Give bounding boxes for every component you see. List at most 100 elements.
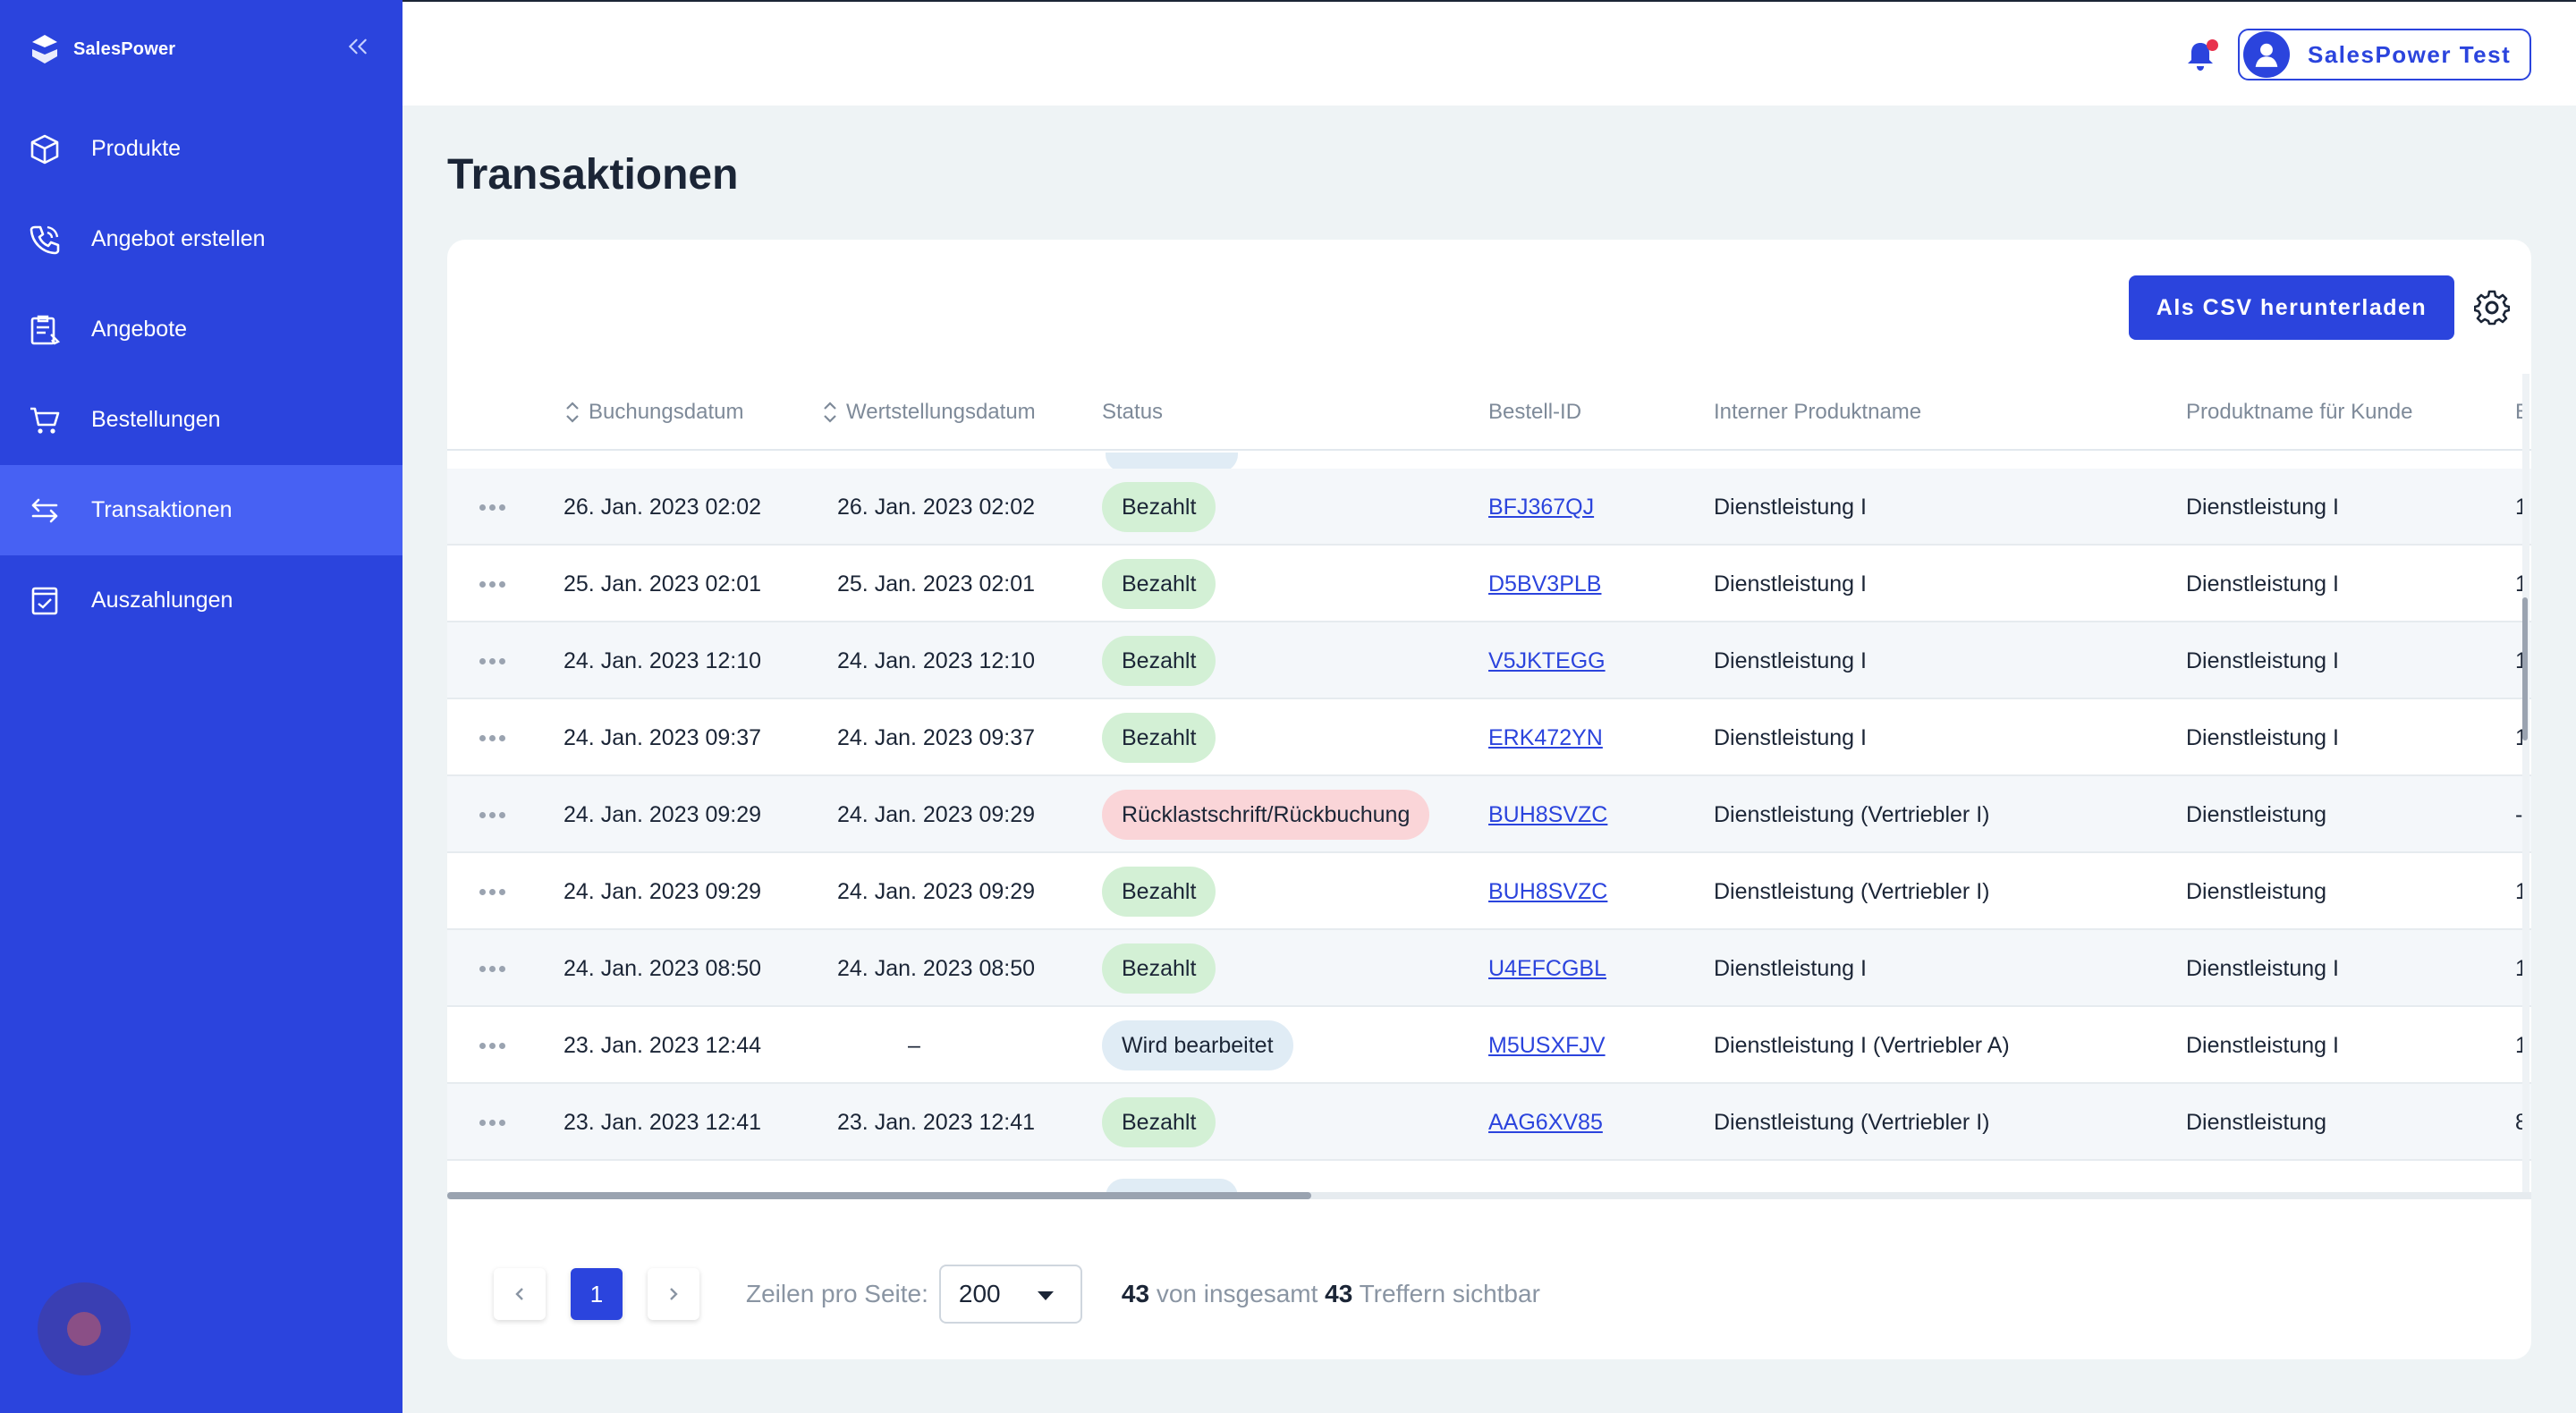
sidebar-item-transaktionen[interactable]: Transaktionen: [0, 465, 402, 555]
sidebar-item-bestellungen[interactable]: Bestellungen: [0, 375, 402, 465]
table-row[interactable]: 23. Jan. 2023 12:44 – Wird bearbeitet M5USX…: [447, 1007, 2531, 1084]
table-row[interactable]: 24. Jan. 2023 09:29 24. Jan. 2023 09:29 Rü…: [447, 776, 2531, 853]
cell-status: Bezahlt: [1102, 930, 1216, 1007]
cell-interner-produktname: Dienstleistung I (Vertriebler A): [1714, 1032, 2010, 1058]
brand-logo[interactable]: SalesPower: [25, 27, 175, 72]
rows-per-page-select[interactable]: 200: [938, 1265, 1082, 1324]
caret-down-icon: [1037, 1291, 1054, 1300]
column-header-buchungsdatum[interactable]: Buchungsdatum: [564, 374, 743, 451]
cell-buchungsdatum: 25. Jan. 2023 02:01: [564, 571, 762, 597]
sidebar-item-label: Transaktionen: [91, 497, 233, 522]
cell-wertstellungsdatum: 24. Jan. 2023 09:29: [837, 878, 1036, 904]
order-id-link[interactable]: D5BV3PLB: [1488, 571, 1601, 597]
chat-widget-button[interactable]: [38, 1282, 131, 1375]
column-header-produktname-kunde[interactable]: Produktname für Kunde: [2186, 374, 2413, 451]
cell-status: Bezahlt: [1102, 469, 1216, 546]
chat-bubble-icon: [67, 1312, 101, 1346]
horizontal-scrollbar[interactable]: [447, 1192, 2531, 1199]
pagination: 1 Zeilen pro Seite: 200 43 von insgesamt…: [494, 1265, 1540, 1324]
cell-interner-produktname: Dienstleistung I: [1714, 494, 1867, 520]
payout-icon: [27, 583, 63, 619]
cell-bestell-id: BUH8SVZC: [1488, 776, 1607, 853]
notification-bell-icon[interactable]: [2181, 36, 2220, 75]
cell-interner-produktname: Dienstleistung I: [1714, 724, 1867, 750]
cell-status: Bezahlt: [1102, 546, 1216, 622]
cell-buchungsdatum: 26. Jan. 2023 02:02: [564, 494, 762, 520]
status-badge: Bezahlt: [1102, 1097, 1216, 1147]
row-actions-icon[interactable]: [479, 730, 510, 746]
order-id-link[interactable]: ERK472YN: [1488, 725, 1603, 751]
cell-bestell-id: M5USXFJV: [1488, 1007, 1606, 1084]
salespower-logo-icon: [32, 35, 57, 63]
total-count: 43: [1325, 1280, 1353, 1307]
cell-interner-produktname: Dienstleistung I: [1714, 571, 1867, 597]
status-badge: Bezahlt: [1102, 636, 1216, 686]
table-row[interactable]: 24. Jan. 2023 09:37 24. Jan. 2023 09:37 Be…: [447, 699, 2531, 776]
sidebar-item-label: Bestellungen: [91, 407, 221, 432]
vertical-scrollbar[interactable]: [2522, 374, 2529, 1198]
order-id-link[interactable]: V5JKTEGG: [1488, 648, 1606, 674]
collapse-sidebar-button[interactable]: [340, 30, 376, 63]
cell-produktname-kunde: Dienstleistung: [2186, 1109, 2327, 1135]
table-row[interactable]: 25. Jan. 2023 02:01 25. Jan. 2023 02:01 Be…: [447, 546, 2531, 622]
order-id-link[interactable]: M5USXFJV: [1488, 1033, 1606, 1059]
order-id-link[interactable]: BFJ367QJ: [1488, 495, 1594, 520]
csv-download-button[interactable]: Als CSV herunterladen: [2129, 275, 2454, 340]
visible-text-end: Treffern sichtbar: [1359, 1280, 1540, 1307]
cell-bestell-id: U4EFCGBL: [1488, 930, 1606, 1007]
page-title: Transaktionen: [447, 151, 739, 199]
table-row[interactable]: 23. Jan. 2023 12:41 23. Jan. 2023 12:41 Be…: [447, 1084, 2531, 1161]
column-header-interner-produktname[interactable]: Interner Produktname: [1714, 374, 1921, 451]
cell-wertstellungsdatum: 24. Jan. 2023 08:50: [837, 955, 1036, 981]
row-actions-icon[interactable]: [479, 499, 510, 515]
column-header-bestell-id[interactable]: Bestell-ID: [1488, 374, 1581, 451]
cart-icon: [27, 402, 63, 438]
cell-buchungsdatum: 24. Jan. 2023 12:10: [564, 647, 762, 673]
status-badge: Wird bearbeitet: [1102, 1020, 1293, 1070]
page-button-current[interactable]: 1: [571, 1268, 623, 1320]
table-row[interactable]: 24. Jan. 2023 08:50 24. Jan. 2023 08:50 Be…: [447, 930, 2531, 1007]
double-chevron-left-icon: [348, 38, 367, 55]
cell-bestell-id: ERK472YN: [1488, 699, 1603, 776]
row-actions-icon[interactable]: [479, 960, 510, 977]
column-header-wertstellungsdatum[interactable]: Wertstellungsdatum: [821, 374, 1036, 451]
sidebar-item-produkte[interactable]: Produkte: [0, 104, 402, 194]
user-menu-button[interactable]: SalesPower Test: [2238, 29, 2531, 80]
visible-text-mid: von insgesamt: [1156, 1280, 1318, 1307]
visible-count: 43: [1121, 1280, 1150, 1307]
transactions-card: Als CSV herunterladen Buchungsdatum Wert…: [447, 240, 2531, 1359]
previous-page-button[interactable]: [494, 1268, 546, 1320]
row-actions-icon[interactable]: [479, 807, 510, 823]
order-id-link[interactable]: AAG6XV85: [1488, 1110, 1603, 1136]
sidebar: SalesPower Produkte Angebot erstellen An…: [0, 0, 402, 1413]
table-row[interactable]: 26. Jan. 2023 02:02 26. Jan. 2023 02:02 Be…: [447, 469, 2531, 546]
brand-name: SalesPower: [73, 38, 176, 59]
sidebar-item-angebot-erstellen[interactable]: Angebot erstellen: [0, 194, 402, 284]
table-row[interactable]: 24. Jan. 2023 09:29 24. Jan. 2023 09:29 Be…: [447, 853, 2531, 930]
status-badge: Bezahlt: [1102, 713, 1216, 763]
next-page-button[interactable]: [648, 1268, 699, 1320]
order-id-link[interactable]: BUH8SVZC: [1488, 879, 1607, 905]
row-actions-icon[interactable]: [479, 1114, 510, 1130]
status-badge: Bezahlt: [1102, 559, 1216, 609]
row-actions-icon[interactable]: [479, 1037, 510, 1053]
order-id-link[interactable]: U4EFCGBL: [1488, 956, 1606, 982]
cell-buchungsdatum: 24. Jan. 2023 09:37: [564, 724, 762, 750]
user-name: SalesPower Test: [2308, 40, 2512, 68]
order-id-link[interactable]: BUH8SVZC: [1488, 802, 1607, 828]
avatar-icon: [2243, 31, 2290, 78]
row-actions-icon[interactable]: [479, 884, 510, 900]
sidebar-item-angebote[interactable]: Angebote: [0, 284, 402, 375]
row-actions-icon[interactable]: [479, 653, 510, 669]
cell-produktname-kunde: Dienstleistung I: [2186, 1032, 2339, 1058]
transfer-arrows-icon: [27, 493, 63, 529]
column-header-status[interactable]: Status: [1102, 374, 1163, 451]
chevron-right-icon: [670, 1288, 678, 1300]
table-row[interactable]: 24. Jan. 2023 12:10 24. Jan. 2023 12:10 Be…: [447, 622, 2531, 699]
cell-bestell-id: BUH8SVZC: [1488, 853, 1607, 930]
sidebar-item-auszahlungen[interactable]: Auszahlungen: [0, 555, 402, 646]
row-actions-icon[interactable]: [479, 576, 510, 592]
sidebar-item-label: Angebote: [91, 317, 188, 342]
cell-buchungsdatum: 23. Jan. 2023 12:44: [564, 1032, 762, 1058]
gear-icon[interactable]: [2473, 290, 2511, 326]
